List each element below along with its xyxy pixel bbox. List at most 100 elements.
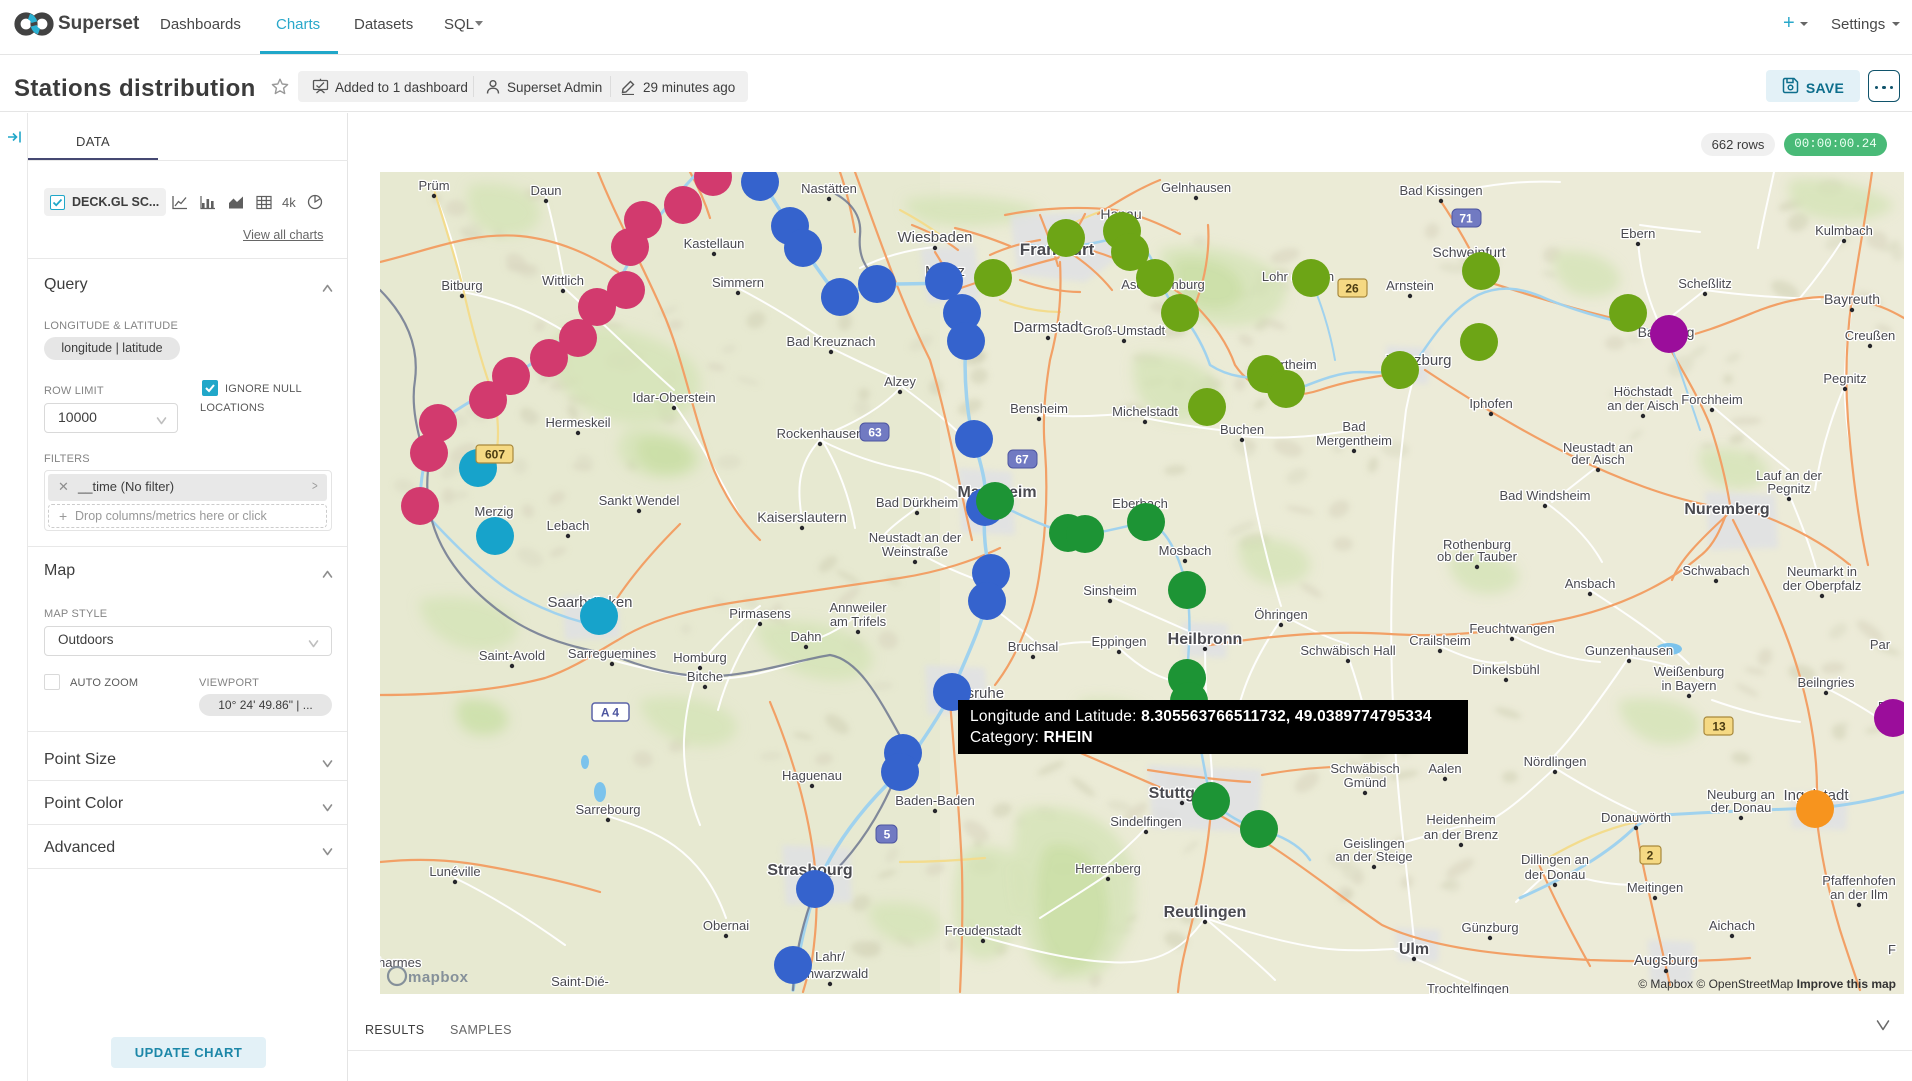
svg-text:Creußen: Creußen <box>1845 328 1896 343</box>
svg-text:Bayreuth: Bayreuth <box>1824 291 1880 307</box>
svg-text:Rockenhausen: Rockenhausen <box>777 426 864 441</box>
svg-text:Saint-Avold: Saint-Avold <box>479 648 545 663</box>
svg-text:Saint-Dié-: Saint-Dié- <box>551 974 609 989</box>
svg-text:Sinsheim: Sinsheim <box>1083 583 1136 598</box>
svg-text:Pegnitz: Pegnitz <box>1767 481 1810 496</box>
svg-text:Gmünd: Gmünd <box>1344 775 1387 790</box>
svg-text:A 4: A 4 <box>601 706 620 720</box>
svg-text:Freudenstadt: Freudenstadt <box>945 923 1022 938</box>
svg-text:Neustadt an der: Neustadt an der <box>869 530 962 545</box>
svg-text:Höchstadt: Höchstadt <box>1614 384 1673 399</box>
svg-text:Iphofen: Iphofen <box>1469 396 1512 411</box>
svg-text:Ansbach: Ansbach <box>1565 576 1616 591</box>
svg-text:71: 71 <box>1459 212 1473 226</box>
svg-text:Wiesbaden: Wiesbaden <box>897 229 972 246</box>
svg-text:Heilbronn: Heilbronn <box>1168 631 1243 648</box>
svg-text:Groß-Umstadt: Groß-Umstadt <box>1083 323 1166 338</box>
svg-text:ob der Tauber: ob der Tauber <box>1437 549 1518 564</box>
svg-text:Mergentheim: Mergentheim <box>1316 433 1392 448</box>
svg-text:Schwäbisch Hall: Schwäbisch Hall <box>1300 643 1395 658</box>
svg-text:Weißenburg: Weißenburg <box>1654 664 1725 679</box>
svg-text:5: 5 <box>884 828 891 842</box>
svg-text:Sindelfingen: Sindelfingen <box>1110 814 1182 829</box>
svg-text:Eppingen: Eppingen <box>1092 634 1147 649</box>
svg-text:Arnstein: Arnstein <box>1386 278 1434 293</box>
svg-text:der Aisch: der Aisch <box>1571 452 1624 467</box>
svg-text:13: 13 <box>1712 720 1726 734</box>
svg-text:Haguenau: Haguenau <box>782 768 842 783</box>
svg-text:Günzburg: Günzburg <box>1461 920 1518 935</box>
svg-text:63: 63 <box>868 426 882 440</box>
svg-text:Trochtelfingen: Trochtelfingen <box>1427 981 1509 994</box>
svg-text:Ebern: Ebern <box>1621 226 1656 241</box>
svg-text:Daun: Daun <box>530 183 561 198</box>
svg-text:Herrenberg: Herrenberg <box>1075 861 1141 876</box>
svg-text:Forchheim: Forchheim <box>1681 392 1742 407</box>
svg-text:Mosbach: Mosbach <box>1159 543 1212 558</box>
svg-text:der Oberpfalz: der Oberpfalz <box>1783 578 1862 593</box>
svg-text:Nuremberg: Nuremberg <box>1684 501 1769 518</box>
svg-text:Bad Kissingen: Bad Kissingen <box>1399 183 1482 198</box>
svg-text:an der Brenz: an der Brenz <box>1424 827 1498 842</box>
svg-text:Gunzenhausen: Gunzenhausen <box>1585 643 1673 658</box>
svg-text:Kastellaun: Kastellaun <box>684 236 745 251</box>
svg-text:© Mapbox © OpenStreetMap Impro: © Mapbox © OpenStreetMap Improve this ma… <box>1638 977 1896 991</box>
svg-text:Merzig: Merzig <box>474 504 513 519</box>
svg-text:mapbox: mapbox <box>408 969 469 986</box>
svg-text:Bad Dürkheim: Bad Dürkheim <box>876 495 958 510</box>
svg-text:Baden-Baden: Baden-Baden <box>895 793 975 808</box>
svg-text:Sarrebourg: Sarrebourg <box>575 802 640 817</box>
svg-text:Sankt Wendel: Sankt Wendel <box>599 493 680 508</box>
svg-text:der Donau: der Donau <box>1711 800 1772 815</box>
svg-text:Michelstadt: Michelstadt <box>1112 404 1178 419</box>
svg-text:Sarreguemines: Sarreguemines <box>568 646 657 661</box>
svg-text:Annweiler: Annweiler <box>829 600 887 615</box>
svg-text:der Donau: der Donau <box>1525 867 1586 882</box>
svg-text:Pegnitz: Pegnitz <box>1823 371 1866 386</box>
svg-text:Aalen: Aalen <box>1428 761 1461 776</box>
svg-text:2: 2 <box>1647 849 1654 863</box>
svg-text:Feuchtwangen: Feuchtwangen <box>1469 621 1554 636</box>
svg-text:Dillingen an: Dillingen an <box>1521 852 1589 867</box>
svg-text:26: 26 <box>1345 282 1359 296</box>
svg-text:an der Steige: an der Steige <box>1335 849 1412 864</box>
svg-text:Crailsheim: Crailsheim <box>1409 633 1470 648</box>
svg-text:Lahr/: Lahr/ <box>815 949 845 964</box>
svg-text:F: F <box>1888 942 1896 957</box>
svg-text:Augsburg: Augsburg <box>1634 952 1698 969</box>
svg-text:Buchen: Buchen <box>1220 422 1264 437</box>
svg-text:an der Ilm: an der Ilm <box>1830 887 1888 902</box>
svg-text:Ulm: Ulm <box>1399 941 1429 958</box>
svg-text:Par: Par <box>1870 637 1891 652</box>
svg-text:Alzey: Alzey <box>884 374 916 389</box>
svg-text:Nördlingen: Nördlingen <box>1524 754 1587 769</box>
svg-text:Homburg: Homburg <box>673 650 726 665</box>
svg-text:Aichach: Aichach <box>1709 918 1755 933</box>
svg-text:Kulmbach: Kulmbach <box>1815 223 1873 238</box>
svg-text:Hermeskeil: Hermeskeil <box>545 415 610 430</box>
svg-text:Bitburg: Bitburg <box>441 278 482 293</box>
svg-text:an der Aisch: an der Aisch <box>1607 398 1679 413</box>
svg-text:Lunéville: Lunéville <box>429 864 480 879</box>
svg-text:Dinkelsbühl: Dinkelsbühl <box>1472 662 1539 677</box>
svg-text:Donauwörth: Donauwörth <box>1601 810 1671 825</box>
svg-text:Bitche: Bitche <box>687 669 723 684</box>
svg-text:Pirmasens: Pirmasens <box>729 606 791 621</box>
svg-text:Bad: Bad <box>1342 419 1365 434</box>
svg-text:Kaiserslautern: Kaiserslautern <box>757 509 847 525</box>
svg-text:67: 67 <box>1015 453 1029 467</box>
svg-text:in Bayern: in Bayern <box>1662 678 1717 693</box>
svg-text:Nastätten: Nastätten <box>801 181 857 196</box>
svg-text:Heidenheim: Heidenheim <box>1426 812 1495 827</box>
svg-text:Neumarkt in: Neumarkt in <box>1787 564 1857 579</box>
svg-text:Bad Windsheim: Bad Windsheim <box>1499 488 1590 503</box>
svg-text:Reutlingen: Reutlingen <box>1164 904 1247 921</box>
svg-text:Bruchsal: Bruchsal <box>1008 639 1059 654</box>
svg-text:Darmstadt: Darmstadt <box>1013 319 1083 336</box>
svg-text:Pfaffenhofen: Pfaffenhofen <box>1822 873 1896 888</box>
svg-text:Lebach: Lebach <box>547 518 590 533</box>
svg-text:Dahn: Dahn <box>790 629 821 644</box>
svg-text:Beilngries: Beilngries <box>1797 675 1855 690</box>
svg-text:Prüm: Prüm <box>418 178 449 193</box>
svg-text:Gelnhausen: Gelnhausen <box>1161 180 1231 195</box>
